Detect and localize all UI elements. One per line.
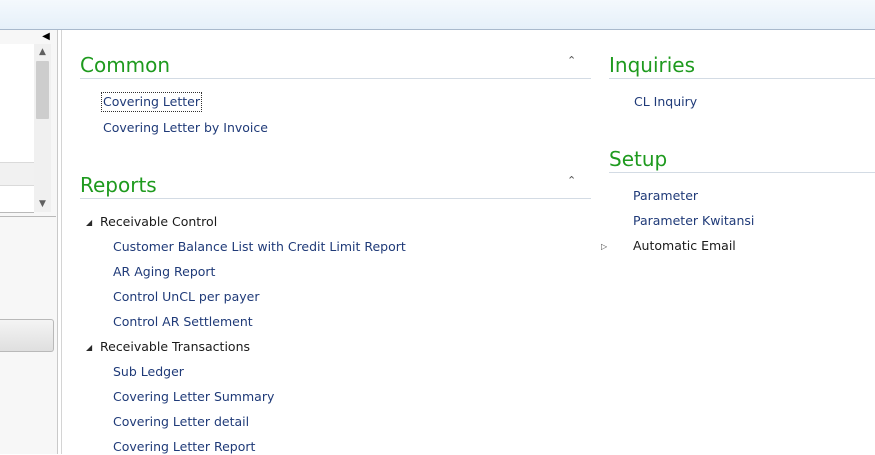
expanded-triangle-icon[interactable]: ◢ [86,215,100,231]
pane-divider [0,216,56,217]
collapsed-triangle-icon[interactable]: ▷ [601,239,633,255]
link-control-ar-settlement[interactable]: Control AR Settlement [113,314,253,330]
tree-node-receivable-control[interactable]: ◢ Receivable Control [86,214,217,231]
navigation-pane: ◀ ▲ ▼ [0,30,58,454]
navigation-list [0,44,34,213]
tree-node-label: Receivable Transactions [100,339,250,354]
chevron-up-icon[interactable]: ⌃ [567,175,576,187]
scroll-down-icon[interactable]: ▼ [34,196,51,212]
group-title-inquiries: Inquiries [609,53,696,77]
group-common: Common ⌃ Covering Letter Covering Letter… [80,53,591,143]
chevron-up-icon[interactable]: ⌃ [567,55,576,67]
main-area-border [61,30,62,454]
tree-node-label: Automatic Email [633,238,736,253]
group-divider [80,78,591,79]
link-control-uncl-per-payer[interactable]: Control UnCL per payer [113,289,259,305]
link-ar-aging-report[interactable]: AR Aging Report [113,264,215,280]
group-reports: Reports ⌃ ◢ Receivable Control Customer B… [80,173,591,454]
group-setup: Setup Parameter Parameter Kwitansi ▷ Auto… [601,147,875,267]
expanded-triangle-icon[interactable]: ◢ [86,340,100,356]
group-divider [609,78,875,79]
link-covering-letter-detail[interactable]: Covering Letter detail [113,414,249,430]
tree-node-automatic-email[interactable]: ▷ Automatic Email [601,238,736,255]
link-parameter-kwitansi[interactable]: Parameter Kwitansi [633,213,754,229]
link-covering-letter-summary[interactable]: Covering Letter Summary [113,389,274,405]
link-cl-inquiry[interactable]: CL Inquiry [634,94,697,110]
group-divider [609,172,875,173]
link-covering-letter-report[interactable]: Covering Letter Report [113,439,255,455]
group-inquiries: Inquiries CL Inquiry [609,53,875,123]
chevron-left-icon[interactable]: ◀ [40,31,52,43]
vertical-scrollbar[interactable]: ▲ ▼ [34,44,51,212]
tree-node-receivable-transactions[interactable]: ◢ Receivable Transactions [86,339,250,356]
link-sub-ledger[interactable]: Sub Ledger [113,364,184,380]
group-title-common: Common [80,53,171,77]
top-banner [0,0,875,30]
scrollbar-thumb[interactable] [36,61,49,119]
group-divider [80,198,591,199]
link-covering-letter[interactable]: Covering Letter [101,92,202,112]
link-covering-letter-by-invoice[interactable]: Covering Letter by Invoice [103,120,268,136]
group-title-setup: Setup [609,147,668,171]
scroll-up-icon[interactable]: ▲ [34,44,51,60]
link-parameter[interactable]: Parameter [633,188,698,204]
tree-node-label: Receivable Control [100,214,218,229]
group-title-reports: Reports [80,173,157,197]
link-customer-balance-list[interactable]: Customer Balance List with Credit Limit … [113,239,406,255]
navigation-button[interactable] [0,319,54,352]
navigation-list-row[interactable] [0,162,34,186]
